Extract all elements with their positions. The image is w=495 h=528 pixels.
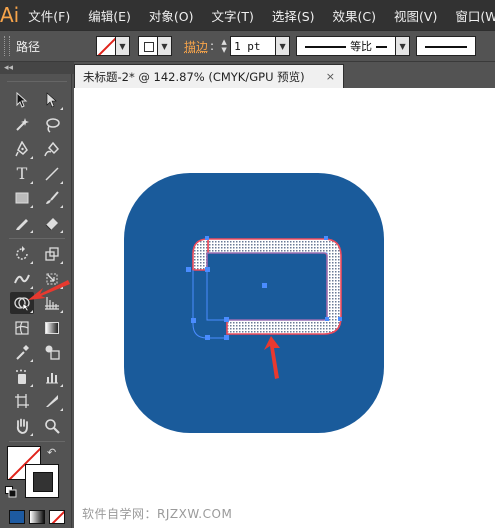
paintbrush-tool-icon[interactable] bbox=[40, 187, 64, 209]
blend-tool-icon[interactable] bbox=[40, 341, 64, 363]
fill-stroke-widget: ↶ bbox=[3, 446, 71, 504]
hand-tool-icon[interactable] bbox=[10, 415, 34, 437]
magic-wand-icon[interactable] bbox=[10, 114, 34, 136]
variable-width-profile[interactable]: 等比 bbox=[296, 36, 397, 56]
document-area: 未标题-2* @ 142.87% (CMYK/GPU 预览) × 软件自学网：R… bbox=[74, 62, 495, 528]
menu-bar: Ai 文件(F) 编辑(E) 对象(O) 文字(T) 选择(S) 效果(C) 视… bbox=[0, 0, 495, 30]
stroke-dropdown[interactable]: ▼ bbox=[158, 36, 172, 56]
none-mode-button[interactable] bbox=[49, 510, 65, 524]
profile-label: 等比 bbox=[346, 38, 377, 54]
menu-window[interactable]: 窗口(W) bbox=[446, 0, 495, 30]
menu-file[interactable]: 文件(F) bbox=[19, 0, 79, 30]
fill-dropdown[interactable]: ▼ bbox=[116, 36, 130, 56]
tools-panel-grip[interactable] bbox=[7, 74, 67, 82]
pen-tool-icon[interactable] bbox=[10, 138, 34, 160]
direct-selection-tool-icon[interactable] bbox=[40, 89, 64, 111]
menu-type[interactable]: 文字(T) bbox=[202, 0, 262, 30]
scale-tool-icon[interactable] bbox=[40, 243, 64, 265]
eraser-tool-icon[interactable] bbox=[40, 212, 64, 234]
rectangle-tool-icon[interactable] bbox=[10, 187, 34, 209]
slice-tool-icon[interactable] bbox=[40, 390, 64, 412]
document-tab-title: 未标题-2* @ 142.87% (CMYK/GPU 预览) bbox=[83, 69, 305, 84]
control-bar: 路径 ▼ ▼ 描边 : ▲ ▼ 1 pt ▼ 等比 ▼ bbox=[0, 30, 495, 62]
column-graph-tool-icon[interactable] bbox=[40, 366, 64, 388]
color-mode-button[interactable] bbox=[9, 510, 25, 524]
menu-effect[interactable]: 效果(C) bbox=[324, 0, 385, 30]
eyedropper-tool-icon[interactable] bbox=[10, 341, 34, 363]
close-tab-icon[interactable]: × bbox=[326, 70, 335, 83]
swap-fill-stroke-icon[interactable]: ↶ bbox=[47, 446, 56, 459]
stroke-label[interactable]: 描边 bbox=[184, 38, 208, 55]
zoom-tool-icon[interactable] bbox=[40, 415, 64, 437]
curvature-tool-icon[interactable] bbox=[40, 138, 64, 160]
profile-dropdown[interactable]: ▼ bbox=[396, 36, 411, 56]
watermark: 软件自学网：RJZXW.COM bbox=[82, 507, 233, 521]
menu-edit[interactable]: 编辑(E) bbox=[79, 0, 140, 30]
selection-type-label: 路径 bbox=[16, 39, 41, 54]
annotation-arrow-left bbox=[28, 280, 70, 300]
rounded-square-shape[interactable] bbox=[124, 173, 384, 433]
default-colors-icon[interactable] bbox=[5, 486, 17, 498]
lasso-icon[interactable] bbox=[40, 114, 64, 136]
line-segment-tool-icon[interactable] bbox=[40, 163, 64, 185]
artwork bbox=[124, 173, 384, 433]
stroke-colon: : bbox=[210, 39, 215, 53]
type-tool-icon[interactable]: T bbox=[10, 163, 34, 185]
toolbar-collapse[interactable]: ◂◂ bbox=[0, 62, 74, 74]
gradient-mode-button[interactable] bbox=[29, 510, 45, 524]
fill-swatch[interactable] bbox=[96, 36, 116, 56]
brush-definition[interactable] bbox=[416, 36, 477, 56]
app-logo: Ai bbox=[0, 3, 20, 27]
stroke-weight-dropdown[interactable]: ▼ bbox=[276, 36, 291, 56]
mesh-tool-icon[interactable] bbox=[10, 317, 34, 339]
stroke-color-box[interactable] bbox=[25, 464, 59, 498]
menu-view[interactable]: 视图(V) bbox=[385, 0, 446, 30]
stroke-weight-stepper[interactable]: ▲ ▼ bbox=[218, 36, 230, 56]
control-bar-grip[interactable] bbox=[4, 36, 10, 56]
document-tab[interactable]: 未标题-2* @ 142.87% (CMYK/GPU 预览) × bbox=[74, 64, 344, 88]
gradient-tool-icon[interactable] bbox=[40, 317, 64, 339]
menu-object[interactable]: 对象(O) bbox=[140, 0, 203, 30]
stroke-weight-field[interactable]: 1 pt bbox=[230, 36, 277, 56]
artboard-tool-icon[interactable] bbox=[10, 390, 34, 412]
rotate-tool-icon[interactable] bbox=[10, 243, 34, 265]
artboard-canvas[interactable]: 软件自学网：RJZXW.COM bbox=[74, 88, 495, 528]
highlighted-corner-region[interactable] bbox=[192, 238, 209, 271]
menu-select[interactable]: 选择(S) bbox=[263, 0, 324, 30]
pencil-tool-icon[interactable] bbox=[10, 212, 34, 234]
selection-tool-icon[interactable] bbox=[10, 89, 34, 111]
stroke-swatch[interactable] bbox=[138, 36, 158, 56]
symbol-sprayer-tool-icon[interactable] bbox=[10, 366, 34, 388]
